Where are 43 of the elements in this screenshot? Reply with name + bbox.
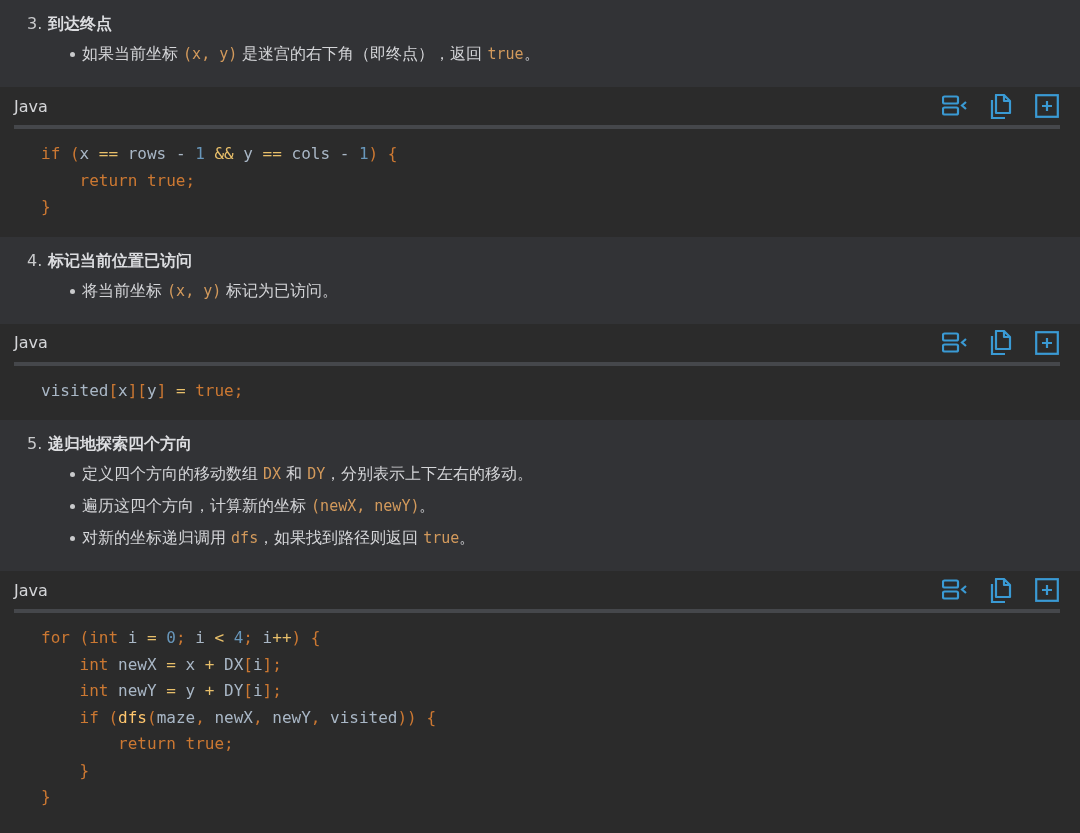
bullet-text: 将当前坐标 (x, y) 标记为已访问。 — [82, 280, 339, 302]
code-line: int newX = x + DX[i]; — [78, 653, 283, 676]
expand-button[interactable] — [1033, 329, 1060, 356]
language-label: Java — [14, 333, 49, 352]
bullet-dot — [70, 536, 75, 541]
step-number: 4. — [27, 250, 43, 270]
code-line: int newY = y + DY[i]; — [78, 680, 283, 702]
step-title: 到达终点 — [48, 14, 113, 35]
code-line: return true; — [117, 733, 235, 755]
bullet-text: 定义四个方向的移动数组 DX 和 DY，分别表示上下左右的移动。 — [82, 464, 534, 485]
step-number: 3. — [27, 14, 43, 33]
code-line: visited[x][y] = true; — [41, 379, 245, 402]
copy-icon — [989, 577, 1012, 603]
plus-square-icon — [1034, 330, 1059, 355]
copy-icon — [989, 330, 1012, 355]
collapse-button[interactable] — [941, 329, 968, 356]
bullet-text: 遍历这四个方向，计算新的坐标 (newX, newY)。 — [82, 496, 436, 517]
bullet-dot — [70, 472, 75, 477]
plus-square-icon — [1034, 94, 1059, 118]
code-line: return true; — [78, 169, 197, 192]
bullet-text: 如果当前坐标 (x, y) 是迷宫的右下角（即终点），返回 true。 — [82, 44, 540, 65]
bullet-dot — [70, 288, 75, 294]
bullet-dot — [70, 52, 75, 57]
expand-button[interactable] — [1033, 576, 1060, 604]
bullet-text: 对新的坐标递归调用 dfs，如果找到路径则返回 true。 — [82, 528, 476, 549]
bullet-dot — [70, 504, 75, 509]
step-title: 标记当前位置已访问 — [48, 250, 193, 272]
code-line: if (x == rows - 1 && y == cols - 1) { — [41, 143, 399, 165]
code-line: } — [41, 786, 52, 808]
expand-button[interactable] — [1033, 92, 1060, 120]
code-line: for (int i = 0; i < 4; i++) { — [41, 627, 322, 649]
layout-collapse-icon — [941, 95, 968, 117]
step-number: 5. — [27, 434, 43, 453]
language-label: Java — [14, 580, 49, 600]
plus-square-icon — [1034, 578, 1059, 602]
step-title: 递归地探索四个方向 — [48, 434, 193, 455]
code-line: if (dfs(maze, newX, newY, visited)) { — [78, 706, 437, 729]
language-label: Java — [14, 96, 49, 116]
layout-collapse-icon — [941, 579, 968, 601]
copy-icon — [989, 93, 1012, 119]
code-line: } — [78, 759, 91, 782]
layout-collapse-icon — [941, 331, 968, 354]
code-line: } — [41, 196, 52, 218]
